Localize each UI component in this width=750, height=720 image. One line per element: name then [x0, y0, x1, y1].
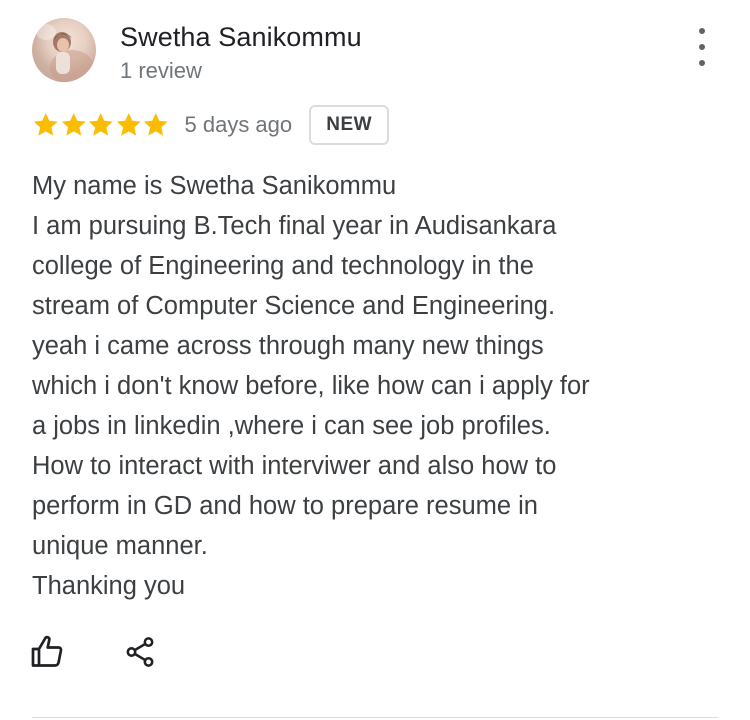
action-bar	[31, 632, 160, 672]
thumbs-up-icon	[31, 635, 63, 667]
review-text-line: I am pursuing B.Tech final year in Audis…	[32, 212, 557, 240]
review-count: 1 review	[120, 58, 202, 83]
share-button[interactable]	[120, 632, 160, 672]
more-options-button[interactable]	[686, 28, 718, 66]
star-icon	[116, 113, 141, 136]
star-icon	[61, 113, 86, 136]
share-icon	[126, 637, 154, 667]
review-text-line: My name is Swetha Sanikommu	[32, 172, 397, 200]
review-text-line: How to interact with interviwer and also…	[32, 452, 557, 480]
more-vert-icon	[699, 28, 705, 34]
review-text-line: a jobs in linkedin ,where i can see job …	[32, 412, 551, 440]
star-icon	[88, 113, 113, 136]
review-date: 5 days ago	[184, 112, 293, 137]
review-text-line: yeah i came across through many new thin…	[32, 332, 544, 360]
new-badge: NEW	[309, 105, 390, 145]
review-text-line: college of Engineering and technology in…	[32, 252, 534, 280]
review-text-line: which i don't know before, like how can …	[32, 372, 590, 400]
review-text-line: stream of Computer Science and Engineeri…	[32, 292, 556, 320]
review-card: Swetha Sanikommu 1 review 5 days ago NEW…	[0, 0, 750, 720]
star-rating	[32, 111, 170, 139]
avatar[interactable]	[32, 18, 96, 82]
star-icon	[33, 113, 58, 136]
divider	[32, 717, 718, 718]
like-button[interactable]	[28, 632, 68, 672]
rating-row: 5 days ago NEW	[32, 103, 390, 147]
review-text-line: Thanking you	[32, 572, 186, 600]
reviewer-name[interactable]: Swetha Sanikommu	[120, 22, 362, 53]
review-text: My name is Swetha Sanikommu I am pursuing…	[32, 166, 722, 606]
review-text-line: unique manner.	[32, 532, 208, 560]
review-text-line: perform in GD and how to prepare resume …	[32, 492, 538, 520]
star-icon	[143, 113, 168, 136]
